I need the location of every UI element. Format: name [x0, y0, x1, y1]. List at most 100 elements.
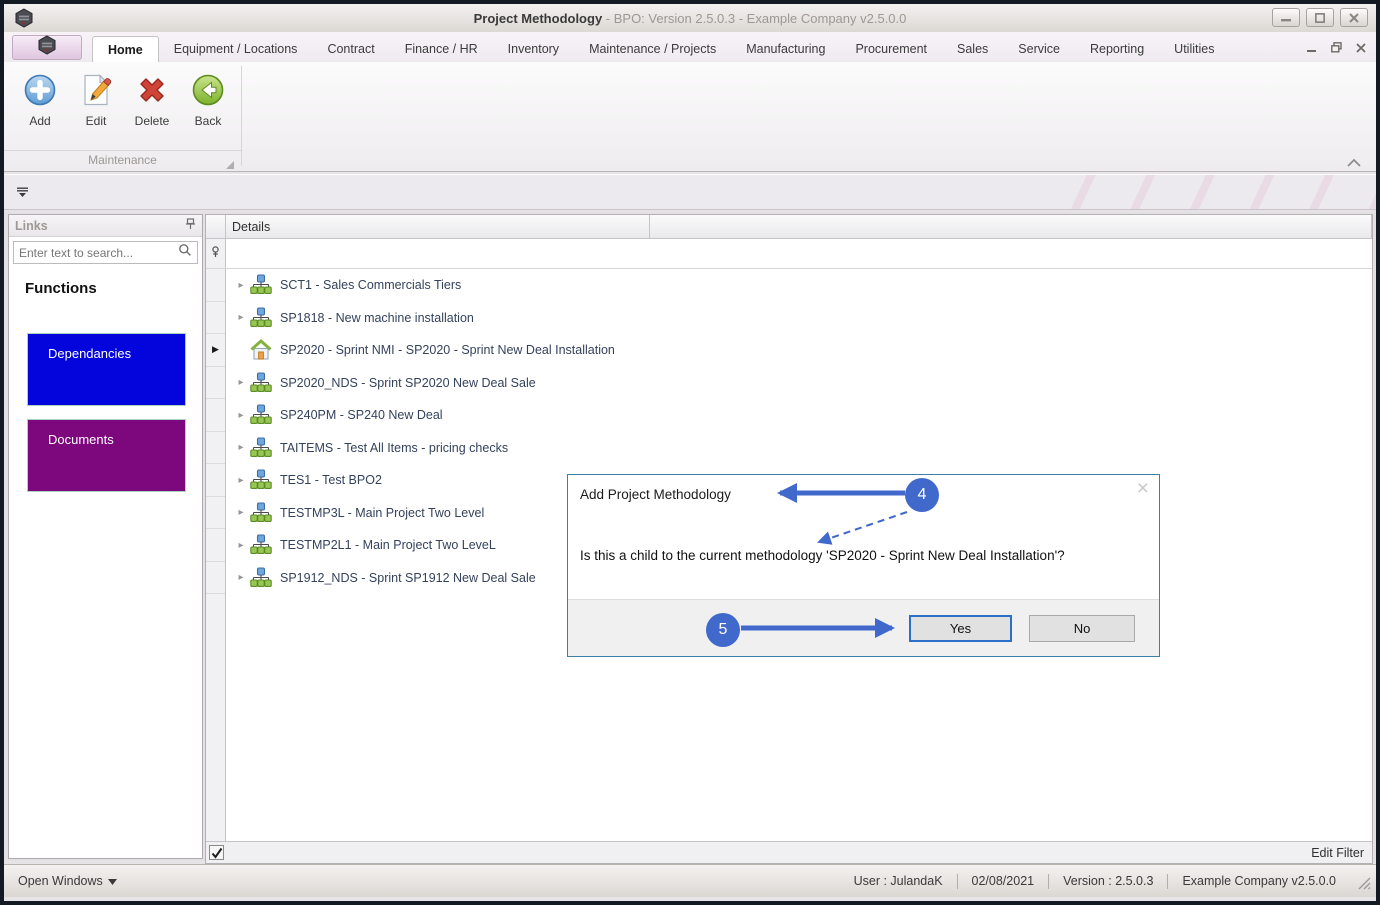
tree-row-label: SP1912_NDS - Sprint SP1912 New Deal Sale	[280, 570, 536, 585]
org-chart-icon	[248, 272, 274, 298]
expand-icon[interactable]: ▸	[234, 540, 248, 551]
ribbon-collapse-icon[interactable]	[1346, 154, 1362, 172]
ribbon-tab-contract[interactable]: Contract	[312, 36, 389, 62]
row-indicator-cell	[206, 432, 225, 464]
mdi-minimize-icon[interactable]	[1307, 40, 1317, 58]
ribbon-tab-equipment-locations[interactable]: Equipment / Locations	[159, 36, 313, 62]
links-panel-header: Links	[9, 215, 202, 237]
annotation-badge-4: 4	[905, 478, 939, 512]
tree-row[interactable]: ▸ SCT1 - Sales Commercials Tiers	[226, 269, 1372, 302]
application-window: Project Methodology - BPO: Version 2.5.0…	[0, 0, 1380, 905]
yes-button[interactable]: Yes	[909, 615, 1012, 642]
ribbon-tab-utilities[interactable]: Utilities	[1159, 36, 1229, 62]
expand-icon[interactable]: ▸	[234, 312, 248, 323]
org-chart-icon	[248, 402, 274, 428]
filter-dropdown-icon[interactable]	[16, 185, 29, 203]
tree-row-label: SP2020_NDS - Sprint SP2020 New Deal Sale	[280, 375, 536, 390]
column-header-details[interactable]: Details	[226, 215, 650, 238]
tree-row[interactable]: ▸ SP1818 - New machine installation	[226, 302, 1372, 335]
tree-row-label: SP1818 - New machine installation	[280, 310, 474, 325]
function-button-documents[interactable]: Documents	[27, 419, 186, 492]
ribbon-tab-finance-hr[interactable]: Finance / HR	[390, 36, 493, 62]
minimize-button[interactable]	[1272, 8, 1300, 27]
expand-icon[interactable]: ▸	[234, 377, 248, 388]
delete-button[interactable]: Delete	[124, 68, 180, 148]
search-icon[interactable]	[178, 243, 192, 262]
dialog-message: Is this a child to the current methodolo…	[580, 548, 1065, 563]
grid-filter-row[interactable]	[206, 239, 1372, 269]
no-button[interactable]: No	[1029, 615, 1135, 642]
dialog-footer: Yes No	[568, 599, 1159, 656]
tree-row-label: SP240PM - SP240 New Deal	[280, 408, 443, 423]
tree-row-label: TESTMP2L1 - Main Project Two LeveL	[280, 538, 496, 553]
expand-icon[interactable]: ▸	[234, 475, 248, 486]
expand-icon[interactable]: ▸	[234, 280, 248, 291]
pin-icon[interactable]	[185, 217, 196, 235]
annotation-badge-5: 5	[706, 613, 740, 647]
expand-icon[interactable]: ▸	[234, 442, 248, 453]
ribbon-button-label: Add	[29, 114, 51, 128]
ribbon-tabs: Home Equipment / Locations Contract Finance…	[92, 36, 1229, 62]
ribbon-tab-inventory[interactable]: Inventory	[493, 36, 574, 62]
add-project-methodology-dialog: Add Project Methodology × Is this a chil…	[567, 474, 1160, 657]
row-indicator-cell	[206, 399, 225, 432]
ribbon-tab-bar: Home Equipment / Locations Contract Finance…	[4, 32, 1376, 62]
edit-filter-link[interactable]: Edit Filter	[1311, 846, 1364, 860]
chevron-down-icon	[107, 874, 117, 888]
delete-icon	[134, 72, 170, 108]
status-company: Example Company v2.5.0.0	[1182, 874, 1336, 888]
dialog-title: Add Project Methodology	[580, 487, 731, 502]
filter-enabled-checkbox[interactable]	[209, 845, 224, 860]
ribbon-tab-sales[interactable]: Sales	[942, 36, 1003, 62]
ribbon-tab-maintenance-projects[interactable]: Maintenance / Projects	[574, 36, 731, 62]
ribbon-tab-procurement[interactable]: Procurement	[840, 36, 942, 62]
links-panel: Links Functions Dependancies Documents	[8, 214, 203, 859]
title-bar: Project Methodology - BPO: Version 2.5.0…	[4, 4, 1376, 32]
org-chart-icon	[248, 532, 274, 558]
status-version: Version : 2.5.0.3	[1063, 874, 1154, 888]
ribbon-tab-manufacturing[interactable]: Manufacturing	[731, 36, 840, 62]
grid-header-gutter	[206, 215, 226, 238]
tree-row[interactable]: ▸ SP240PM - SP240 New Deal	[226, 399, 1372, 432]
tree-row[interactable]: SP2020 - Sprint NMI - SP2020 - Sprint Ne…	[226, 334, 1372, 367]
filter-row-gutter	[206, 239, 226, 268]
mdi-restore-icon[interactable]	[1331, 40, 1342, 58]
column-header-blank[interactable]	[650, 215, 1372, 238]
resize-grip[interactable]	[1358, 877, 1371, 893]
search-input[interactable]	[19, 245, 178, 260]
selected-row-indicator: ▶	[206, 334, 225, 367]
org-chart-icon	[248, 370, 274, 396]
status-user: User : JulandaK	[853, 874, 943, 888]
open-windows-button[interactable]: Open Windows	[18, 874, 117, 888]
mdi-close-icon[interactable]	[1356, 40, 1366, 58]
edit-button[interactable]: Edit	[68, 68, 124, 148]
maximize-button[interactable]	[1306, 8, 1334, 27]
tree-row[interactable]: ▸ SP2020_NDS - Sprint SP2020 New Deal Sal…	[226, 367, 1372, 400]
links-panel-title: Links	[15, 218, 48, 233]
tree-row-label: TES1 - Test BPO2	[280, 473, 382, 488]
function-button-dependancies[interactable]: Dependancies	[27, 333, 186, 406]
expand-icon[interactable]: ▸	[234, 572, 248, 583]
org-chart-icon	[248, 565, 274, 591]
back-button[interactable]: Back	[180, 68, 236, 148]
ribbon-tab-service[interactable]: Service	[1003, 36, 1075, 62]
back-icon	[190, 72, 226, 108]
close-button[interactable]	[1340, 8, 1368, 27]
add-button[interactable]: Add	[12, 68, 68, 148]
dialog-close-icon[interactable]: ×	[1137, 477, 1149, 501]
ribbon-button-label: Edit	[85, 114, 107, 128]
grid-header-row: Details	[206, 215, 1372, 239]
filter-pin-icon[interactable]	[211, 245, 220, 263]
tree-row[interactable]: ▸ TAITEMS - Test All Items - pricing chec…	[226, 432, 1372, 465]
ribbon: Add Edit Delete Back Maintenance	[4, 62, 1376, 172]
ribbon-tab-reporting[interactable]: Reporting	[1075, 36, 1159, 62]
group-dialog-launcher-icon[interactable]	[226, 156, 234, 174]
row-indicator-cell	[206, 269, 225, 302]
ribbon-tab-home[interactable]: Home	[92, 36, 159, 62]
expand-icon[interactable]: ▸	[234, 507, 248, 518]
status-bar: Open Windows User : JulandaK 02/08/2021 …	[4, 864, 1376, 897]
status-separator	[956, 873, 958, 889]
application-menu-button[interactable]	[12, 35, 82, 60]
expand-icon[interactable]: ▸	[234, 410, 248, 421]
org-chart-icon	[248, 305, 274, 331]
